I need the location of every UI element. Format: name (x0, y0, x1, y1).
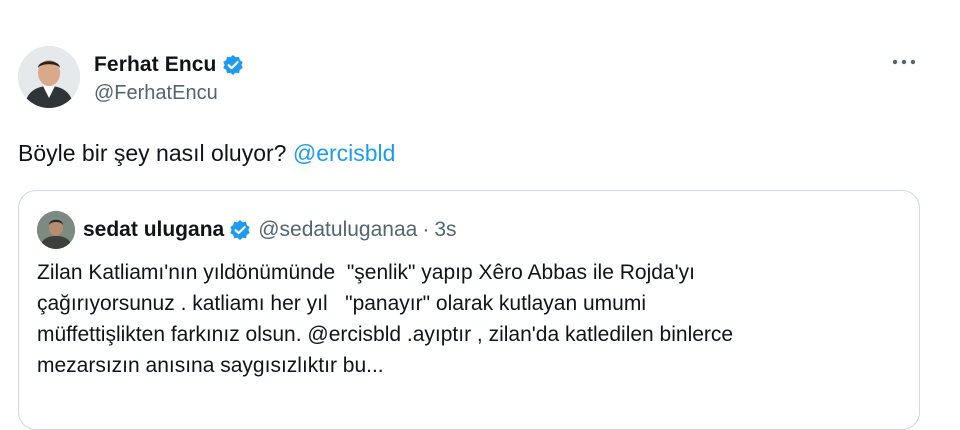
quoted-author-handle[interactable]: @sedatuluganaa (258, 218, 417, 242)
quoted-tweet-header: sedat ulugana @sedatuluganaa · 3s (37, 211, 457, 249)
quoted-tweet-card[interactable]: sedat ulugana @sedatuluganaa · 3s Zilan … (18, 190, 920, 430)
avatar-portrait-icon (18, 46, 80, 108)
more-horizontal-icon (892, 59, 916, 65)
tweet-text: Böyle bir şey nasıl oluyor? @ercisbld (18, 138, 395, 168)
verified-badge-icon[interactable] (222, 54, 244, 76)
more-options-button[interactable] (888, 50, 920, 74)
tweet-body: Böyle bir şey nasıl oluyor? (18, 140, 293, 166)
author-handle[interactable]: @FerhatEncu (94, 82, 244, 105)
separator-dot: · (422, 218, 430, 241)
quoted-verified-badge-icon[interactable] (229, 219, 251, 241)
avatar[interactable] (18, 46, 80, 108)
quoted-avatar[interactable] (37, 211, 75, 249)
quoted-timestamp[interactable]: 3s (434, 218, 456, 242)
quoted-tweet-text: Zilan Katliamı'nın yıldönümünde "şenlik"… (37, 261, 734, 377)
mention-link[interactable]: @ercisbld (293, 140, 396, 166)
author-name[interactable]: Ferhat Encu (94, 53, 216, 77)
author-info: Ferhat Encu @FerhatEncu (94, 50, 244, 105)
name-row: Ferhat Encu (94, 50, 244, 80)
tweet-author: Ferhat Encu @FerhatEncu (18, 46, 244, 108)
quoted-author-name[interactable]: sedat ulugana (83, 218, 224, 242)
quoted-avatar-portrait-icon (37, 211, 75, 249)
